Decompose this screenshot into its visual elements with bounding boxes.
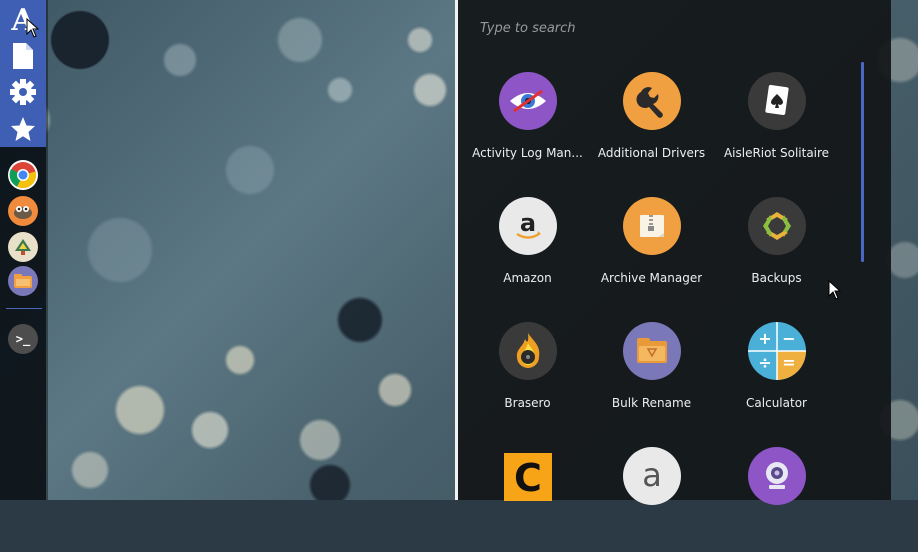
app-label: Brasero [504, 396, 551, 410]
activity-log-eye-icon [498, 72, 557, 130]
spade-card-icon [747, 72, 806, 130]
inkscape-icon[interactable] [8, 232, 38, 262]
chrome-icon[interactable] [8, 160, 38, 190]
search-input[interactable] [478, 14, 862, 42]
archive-app-icon[interactable] [8, 266, 38, 296]
app-tile-c-app[interactable]: C [465, 437, 590, 552]
app-tile-aisleriot-solitaire[interactable]: AisleRiot Solitaire [714, 62, 839, 177]
app-tile-brasero[interactable]: Brasero [465, 312, 590, 427]
app-tile-additional-drivers[interactable]: Additional Drivers [589, 62, 714, 177]
mouse-cursor-icon [26, 18, 40, 38]
webcam-icon [747, 447, 806, 505]
left-dock: A >_ [0, 0, 46, 500]
favorites-star-icon[interactable] [0, 110, 46, 147]
app-tile-backups[interactable]: Backups [714, 187, 839, 302]
dock-separator [6, 308, 42, 309]
app-tile-amazon[interactable]: a Amazon [465, 187, 590, 302]
wrench-icon [622, 72, 681, 130]
app-tile-a-app[interactable]: a [589, 437, 714, 552]
app-label: Archive Manager [600, 271, 703, 285]
app-label: Bulk Rename [611, 396, 692, 410]
file-icon[interactable] [0, 37, 46, 74]
dock-edge [46, 0, 48, 500]
app-tile-activity-log[interactable]: Activity Log Man... [465, 62, 590, 177]
app-label: Amazon [503, 271, 552, 285]
app-label: Additional Drivers [597, 146, 706, 160]
gimp-icon[interactable] [8, 196, 38, 226]
scrollbar[interactable] [861, 62, 864, 262]
svg-text:=: = [782, 353, 795, 372]
folder-icon [622, 322, 681, 380]
app-label: AisleRiot Solitaire [723, 146, 830, 160]
calculator-icon: + − ÷ = [747, 322, 806, 380]
terminal-icon[interactable]: >_ [8, 324, 38, 354]
app-label: Calculator [746, 396, 807, 410]
mouse-pointer-icon [828, 280, 842, 300]
svg-text:÷: ÷ [758, 353, 771, 372]
app-tile-calculator[interactable]: + − ÷ = Calculator [714, 312, 839, 427]
settings-gear-icon[interactable] [0, 73, 46, 110]
app-tile-archive-manager[interactable]: Archive Manager [589, 187, 714, 302]
svg-text:−: − [782, 329, 795, 348]
a-letter-icon: a [622, 447, 681, 505]
c-letter-icon: C [503, 453, 552, 501]
svg-text:+: + [758, 329, 771, 348]
backups-icon [747, 197, 806, 255]
svg-text:a: a [519, 209, 535, 237]
app-label: Backups [751, 271, 802, 285]
archive-icon [622, 197, 681, 255]
app-label: Activity Log Man... [472, 146, 583, 160]
svg-text:a: a [642, 456, 662, 494]
app-launcher-panel: Activity Log Man... Additional Drivers A… [455, 0, 891, 505]
amazon-icon: a [498, 197, 557, 255]
app-tile-webcam-app[interactable] [714, 437, 839, 552]
svg-text:C: C [514, 456, 542, 500]
app-tile-bulk-rename[interactable]: Bulk Rename [589, 312, 714, 427]
brasero-flame-icon [498, 322, 557, 380]
